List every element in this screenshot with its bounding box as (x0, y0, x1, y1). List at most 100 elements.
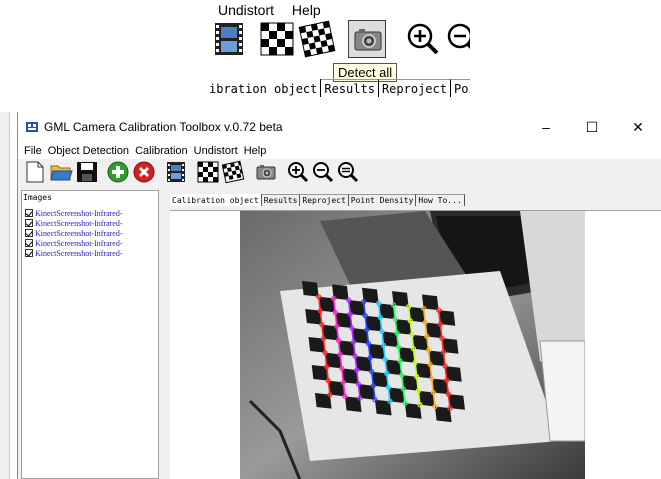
inset-menu-help[interactable]: Help (292, 2, 321, 18)
zoom-out-button[interactable] (311, 160, 335, 184)
board-square (401, 375, 419, 391)
menu-object-detection[interactable]: Object Detection (48, 145, 129, 157)
image-filename: KinectScreenshot-Infrared- (35, 218, 123, 228)
board-square (355, 356, 372, 372)
image-viewer[interactable] (170, 210, 661, 479)
board-square (411, 334, 429, 351)
inset-detect-skewed-button[interactable] (298, 20, 336, 58)
images-panel-title: Images (23, 193, 52, 202)
inset-toolbar (208, 20, 470, 60)
board-square (302, 281, 319, 297)
skewed-checkerboard-icon (298, 20, 336, 58)
detect-skewed-button[interactable] (221, 160, 245, 184)
board-square (341, 368, 359, 385)
inset-tab-point-density[interactable]: Poi (450, 79, 470, 97)
toolbar (18, 159, 661, 187)
menu-file[interactable]: File (24, 145, 42, 157)
remove-image-button[interactable] (132, 160, 156, 184)
camera-icon (354, 29, 382, 51)
board-square (422, 294, 439, 311)
image-checkbox[interactable] (25, 229, 33, 237)
minimize-button[interactable]: – (523, 112, 569, 142)
board-square (431, 378, 449, 395)
inset-menubar: Undistort Help (218, 2, 335, 18)
board-square (325, 352, 342, 369)
app-icon (26, 122, 38, 132)
close-button[interactable]: ✕ (615, 112, 661, 142)
new-button[interactable] (23, 160, 47, 184)
tab-reproject[interactable]: Reproject (300, 194, 349, 206)
zoom-in-button[interactable] (286, 160, 310, 184)
inset-checkerboard-button[interactable] (258, 20, 296, 58)
board-square (338, 340, 356, 357)
tab-calibration-object[interactable]: Calibration object (170, 194, 262, 206)
list-item[interactable]: KinectScreenshot-Infrared- (25, 248, 158, 258)
checkerboard-icon (197, 161, 219, 183)
list-item[interactable]: KinectScreenshot-Infrared- (25, 228, 158, 238)
board-square (318, 296, 336, 313)
zoom-fit-icon (338, 162, 359, 183)
inset-detect-all-button[interactable] (348, 20, 386, 58)
tab-strip: Calibration object Results Reproject Point … (170, 194, 465, 209)
board-square (332, 284, 349, 301)
board-square (308, 337, 326, 353)
zoom-reset-button[interactable] (336, 160, 360, 184)
image-checkbox[interactable] (25, 219, 33, 227)
remove-icon (133, 161, 155, 183)
inset-zoom-in-button[interactable] (404, 20, 442, 58)
list-item[interactable]: KinectScreenshot-Infrared- (25, 208, 158, 218)
menu-calibration[interactable]: Calibration (135, 145, 188, 157)
film-button[interactable] (164, 160, 188, 184)
zoom-in-icon (407, 23, 439, 55)
image-checkbox[interactable] (25, 249, 33, 257)
board-square (428, 350, 446, 367)
board-square (404, 403, 422, 419)
inset-tab-results[interactable]: Results (321, 79, 379, 97)
list-item[interactable]: KinectScreenshot-Infrared- (25, 238, 158, 248)
save-button[interactable] (75, 160, 99, 184)
film-icon (167, 162, 185, 182)
image-filename: KinectScreenshot-Infrared- (35, 248, 123, 258)
tab-how-to[interactable]: How To... (416, 194, 465, 206)
checkerboard-icon (260, 22, 294, 56)
board-square (335, 312, 352, 329)
board-square (441, 338, 459, 354)
tab-results[interactable]: Results (261, 194, 301, 206)
image-checkbox[interactable] (25, 209, 33, 217)
menu-bar: File Object Detection Calibration Undist… (18, 142, 661, 159)
board-square (328, 380, 345, 397)
board-square (351, 328, 369, 344)
maximize-button[interactable]: ☐ (569, 112, 615, 142)
image-filename: KinectScreenshot-Infrared- (35, 228, 123, 238)
board-square (434, 406, 452, 423)
save-icon (77, 162, 97, 182)
checkerboard-button[interactable] (196, 160, 220, 184)
inset-tab-calibration-object[interactable]: ibration object (206, 79, 322, 97)
detect-all-button[interactable] (254, 160, 278, 184)
zoom-out-icon (447, 23, 470, 49)
board-square (305, 309, 322, 325)
inset-tab-reproject[interactable]: Reproject (378, 79, 451, 97)
menu-help[interactable]: Help (244, 145, 267, 157)
board-square (374, 399, 392, 416)
board-square (371, 371, 389, 388)
menu-undistort[interactable]: Undistort (194, 145, 238, 157)
image-checkbox[interactable] (25, 239, 33, 247)
add-image-button[interactable] (106, 160, 130, 184)
title-bar[interactable]: GML Camera Calibration Toolbox v.0.72 be… (18, 112, 661, 142)
open-button[interactable] (49, 160, 73, 184)
calibration-photo (240, 211, 585, 479)
inset-film-button[interactable] (210, 20, 248, 58)
add-icon (107, 161, 129, 183)
board-square (448, 394, 465, 410)
tab-point-density[interactable]: Point Density (348, 194, 417, 206)
image-filename: KinectScreenshot-Infrared- (35, 238, 123, 248)
inset-menu-undistort[interactable]: Undistort (218, 2, 274, 18)
inset-tab-strip: ibration objectResultsReprojectPoi (206, 79, 470, 101)
zoomed-inset: Undistort Help Detect all ibration objec… (0, 0, 661, 110)
list-item[interactable]: KinectScreenshot-Infrared- (25, 218, 158, 228)
board-square (418, 390, 435, 407)
board-square (398, 347, 416, 363)
board-square (311, 365, 329, 381)
inset-zoom-out-button[interactable] (444, 20, 470, 58)
